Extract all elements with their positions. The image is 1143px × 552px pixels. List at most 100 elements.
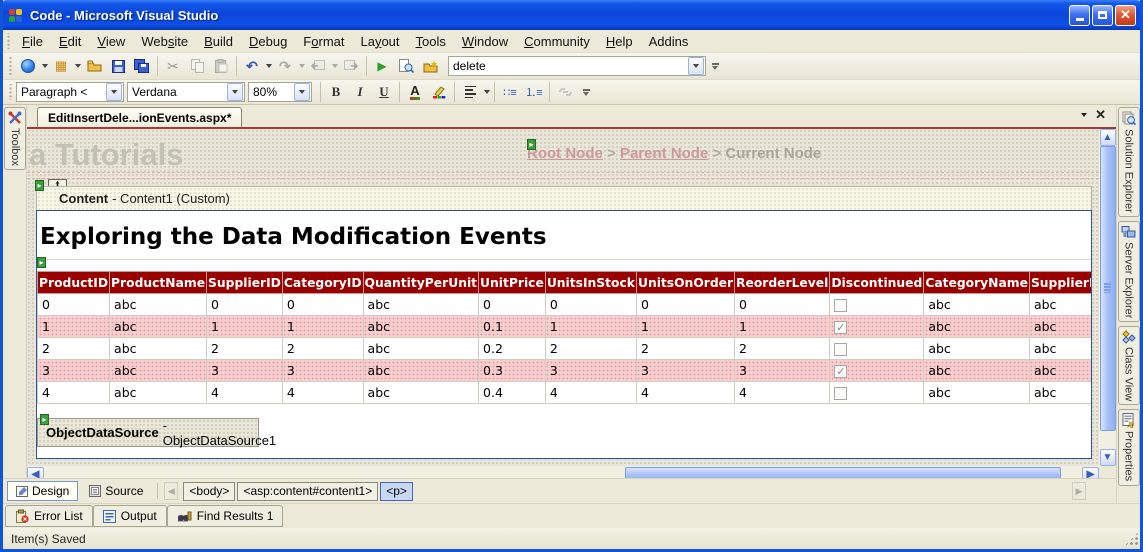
menu-community[interactable]: Community xyxy=(516,32,598,51)
bold-button[interactable]: B xyxy=(324,81,348,103)
copy-icon[interactable] xyxy=(185,55,209,77)
start-debug-icon[interactable]: ▶ xyxy=(370,55,394,77)
grid-cell: abc xyxy=(110,316,207,338)
tab-design[interactable]: Design xyxy=(7,481,78,501)
font-name-combobox[interactable]: Verdana xyxy=(127,82,245,102)
side-tab-class-view[interactable]: Class View xyxy=(1118,326,1140,405)
tag-nav-back-icon[interactable]: ◀ xyxy=(164,482,178,500)
menu-window[interactable]: Window xyxy=(454,32,516,51)
scroll-up-icon[interactable]: ▲ xyxy=(1100,129,1116,146)
content-control-body[interactable]: Exploring the Data Modification Events ▸… xyxy=(36,210,1092,459)
align-left-button[interactable] xyxy=(458,81,482,103)
menu-edit[interactable]: Edit xyxy=(51,32,89,51)
breadcrumb-parent-link[interactable]: Parent Node xyxy=(620,145,708,162)
toolbox-tab[interactable]: Toolbox xyxy=(4,107,26,170)
underline-button[interactable]: U xyxy=(372,81,396,103)
save-icon[interactable] xyxy=(106,55,130,77)
content-control-header[interactable]: Content - Content1 (Custom) xyxy=(36,186,1092,210)
side-tab-solution-explorer[interactable]: Solution Explorer xyxy=(1118,107,1140,217)
undo-icon[interactable]: ↶ xyxy=(240,55,264,77)
toolbar-grip[interactable] xyxy=(8,57,13,75)
toolbar-options-icon[interactable] xyxy=(709,63,721,70)
menu-addins[interactable]: Addins xyxy=(641,32,697,51)
content-control[interactable]: ▸ Content - Content1 (Custom) Exploring … xyxy=(36,186,1092,459)
new-website-icon[interactable] xyxy=(16,55,40,77)
toolbar-grip[interactable] xyxy=(6,33,11,48)
tag-button[interactable]: <p> xyxy=(380,482,413,501)
hyperlink-icon[interactable] xyxy=(553,81,577,103)
scroll-down-icon[interactable]: ▼ xyxy=(1100,449,1116,466)
italic-button[interactable]: I xyxy=(348,81,372,103)
navigate-back-dropdown[interactable] xyxy=(330,55,339,77)
add-item-icon[interactable]: ▦ xyxy=(49,55,73,77)
vertical-scroll-thumb[interactable] xyxy=(1100,146,1116,431)
bullet-list-button[interactable]: ∷≡ xyxy=(498,81,522,103)
maximize-button[interactable] xyxy=(1092,5,1113,26)
menu-help[interactable]: Help xyxy=(598,32,641,51)
panel-tab-output[interactable]: Output xyxy=(93,505,167,527)
numbered-list-button[interactable]: ⒈≡ xyxy=(522,81,546,103)
save-all-icon[interactable] xyxy=(130,55,154,77)
side-tab-server-explorer[interactable]: Server Explorer xyxy=(1118,221,1140,322)
smart-tag-glyph[interactable]: ▸ xyxy=(37,257,46,268)
open-file-icon[interactable] xyxy=(82,55,106,77)
grid-cell: abc xyxy=(363,294,479,316)
side-tab-properties[interactable]: Properties xyxy=(1118,409,1140,485)
close-button[interactable]: ✕ xyxy=(1115,5,1136,26)
content-control-type: Content xyxy=(59,191,108,206)
find-combobox[interactable]: delete xyxy=(448,56,706,76)
font-size-combobox[interactable]: 80% xyxy=(248,82,312,102)
menu-website[interactable]: Website xyxy=(133,32,196,51)
tab-source[interactable]: Source xyxy=(81,481,151,501)
smart-tag-glyph[interactable]: ▸ xyxy=(40,414,49,425)
document-tab[interactable]: EditInsertDele...ionEvents.aspx* xyxy=(37,107,242,127)
block-format-combobox[interactable]: Paragraph < xyxy=(16,82,124,102)
smart-tag-glyph[interactable]: ▸ xyxy=(527,139,536,150)
redo-dropdown[interactable] xyxy=(297,55,306,77)
align-dropdown[interactable] xyxy=(482,81,491,103)
font-name-arrow[interactable] xyxy=(227,83,243,101)
breadcrumb-root-link[interactable]: Root Node xyxy=(527,145,603,162)
font-size-arrow[interactable] xyxy=(294,83,310,101)
menu-format[interactable]: Format xyxy=(295,32,352,51)
grid-cell: 3 xyxy=(282,360,363,382)
menu-layout[interactable]: Layout xyxy=(352,32,407,51)
menu-tools[interactable]: Tools xyxy=(408,32,454,51)
add-item-dropdown[interactable] xyxy=(73,55,82,77)
menu-view[interactable]: View xyxy=(89,32,133,51)
resize-grip[interactable] xyxy=(1125,532,1139,546)
navigate-back-icon[interactable] xyxy=(306,55,330,77)
vertical-scrollbar[interactable]: ▲ ▼ xyxy=(1099,129,1116,466)
paste-icon[interactable] xyxy=(209,55,233,77)
tag-button[interactable]: <body> xyxy=(183,482,235,501)
highlight-button[interactable] xyxy=(427,81,451,103)
design-surface[interactable]: a Tutorials ▸ Root Node > Parent Node > … xyxy=(27,129,1099,466)
grid-cell: abc xyxy=(363,338,479,360)
toolbar-grip[interactable] xyxy=(8,84,13,101)
tag-nav-forward-icon[interactable]: ▶ xyxy=(1072,482,1086,500)
undo-dropdown[interactable] xyxy=(264,55,273,77)
smart-tag-glyph[interactable]: ▸ xyxy=(35,180,44,191)
tag-button[interactable]: <asp:content#content1> xyxy=(237,482,378,501)
find-combobox-arrow[interactable] xyxy=(688,57,704,75)
close-document-icon[interactable]: ✕ xyxy=(1095,107,1106,123)
navigate-forward-icon[interactable] xyxy=(339,55,363,77)
menu-debug[interactable]: Debug xyxy=(241,32,295,51)
panel-tab-find-results-1[interactable]: Find Results 1 xyxy=(167,505,284,527)
menu-build[interactable]: Build xyxy=(196,32,241,51)
panel-tab-error-list[interactable]: Error List xyxy=(5,505,93,527)
cut-icon[interactable]: ✂ xyxy=(161,55,185,77)
block-format-arrow[interactable] xyxy=(106,83,122,101)
redo-icon[interactable]: ↷ xyxy=(273,55,297,77)
minimize-button[interactable] xyxy=(1069,5,1090,26)
view-in-browser-icon[interactable] xyxy=(394,55,418,77)
tab-list-dropdown-icon[interactable] xyxy=(1081,113,1087,117)
font-color-button[interactable]: A xyxy=(403,81,427,103)
objectdatasource-control[interactable]: ▸ ObjectDataSource - ObjectDataSource1 xyxy=(37,418,259,447)
toolbar-options-icon[interactable] xyxy=(580,89,592,96)
menu-file[interactable]: File xyxy=(14,32,51,51)
window-title: Code - Microsoft Visual Studio xyxy=(30,8,1069,23)
new-website-dropdown[interactable] xyxy=(40,55,49,77)
other-windows-icon[interactable] xyxy=(418,55,442,77)
grid-cell: abc xyxy=(924,294,1030,316)
